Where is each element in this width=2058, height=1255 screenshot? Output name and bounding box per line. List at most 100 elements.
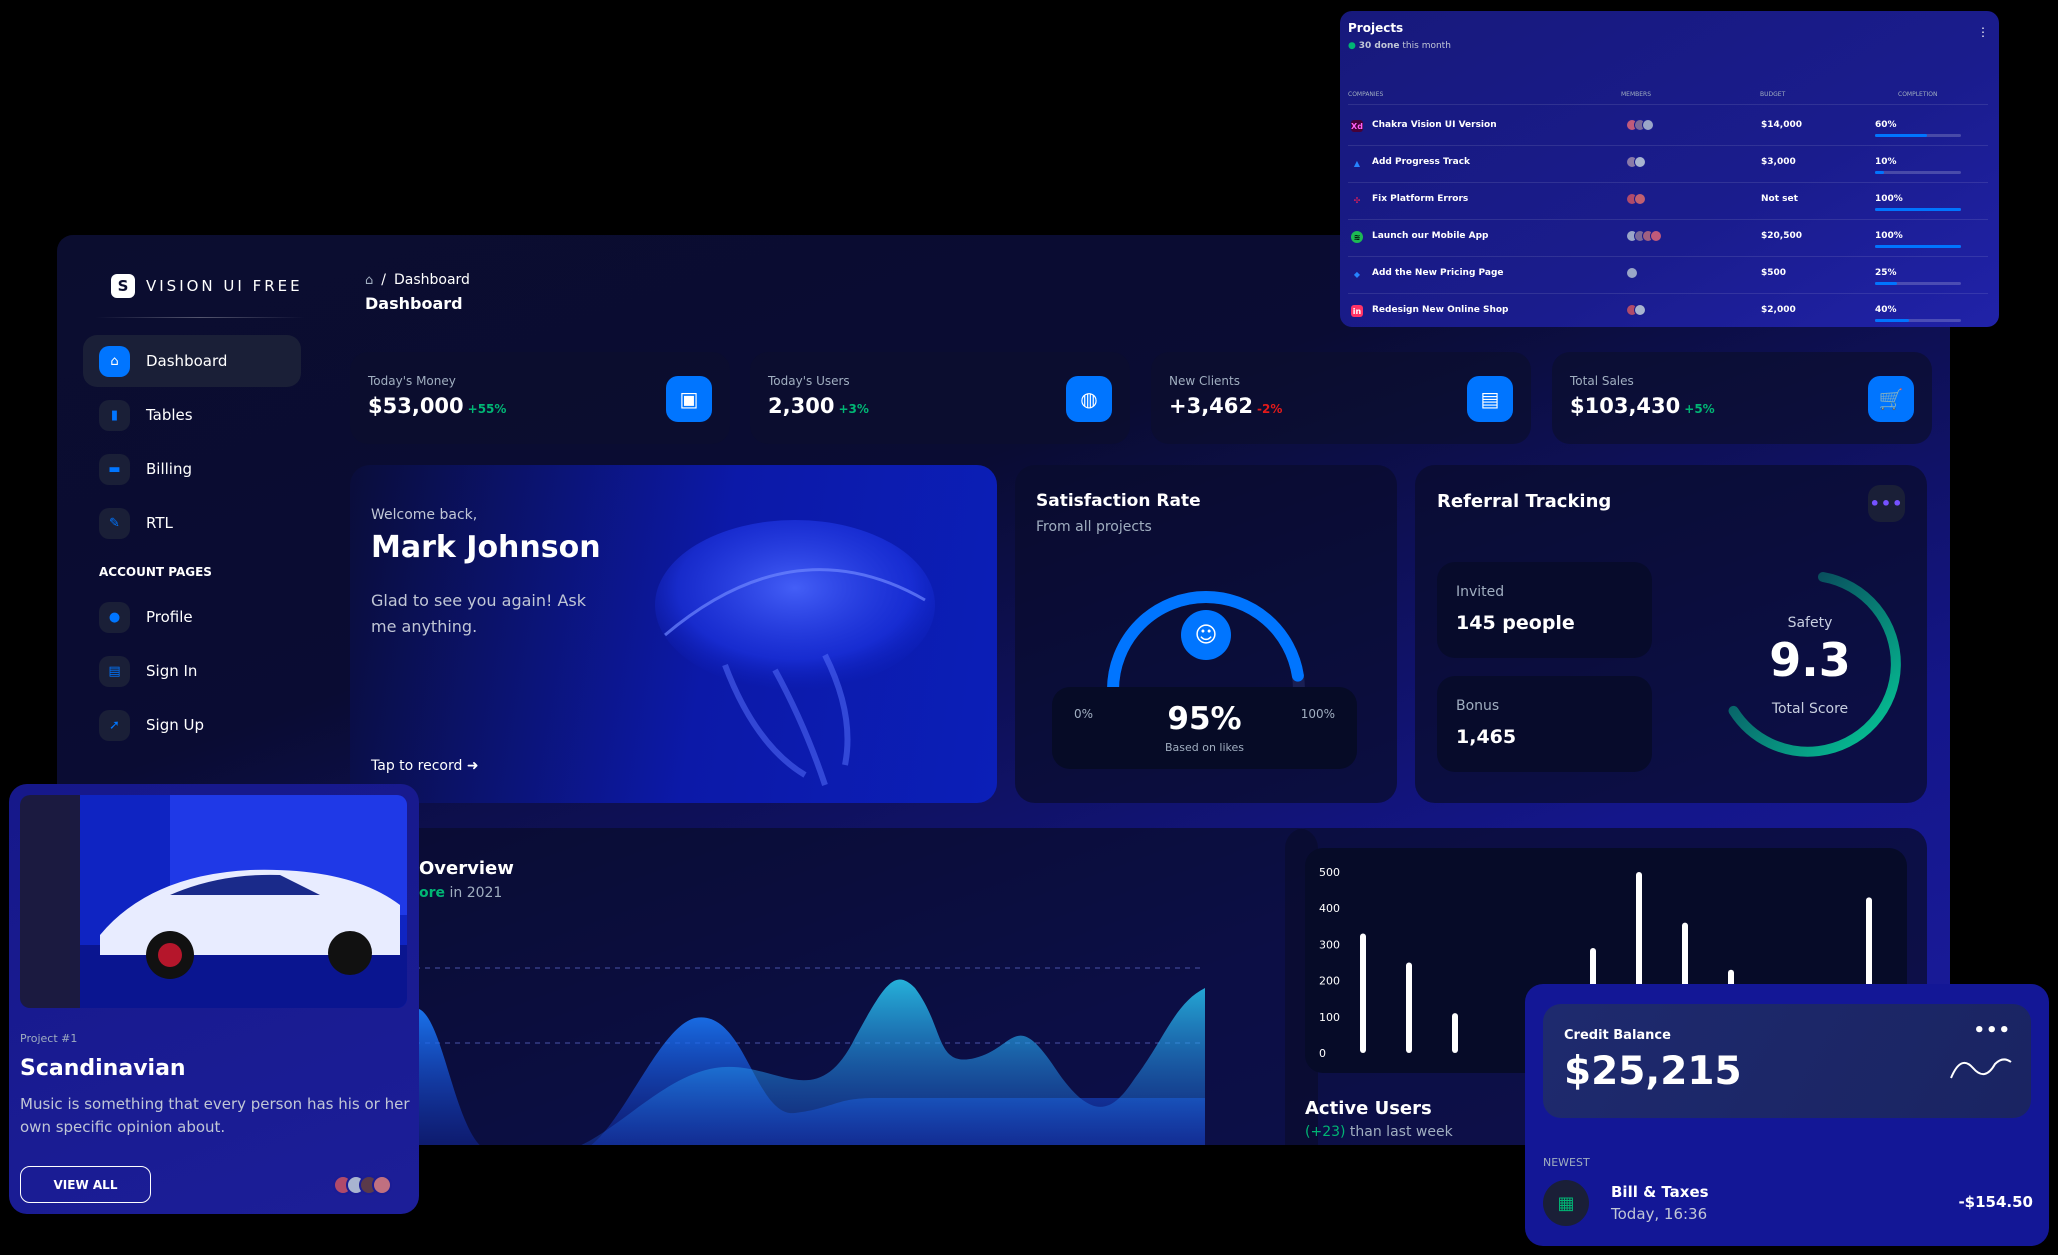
stat-label: Today's Users — [768, 374, 850, 388]
sidebar-item-label: Dashboard — [146, 352, 228, 370]
budget: $14,000 — [1761, 120, 1802, 130]
more-options-button[interactable]: ••• — [1973, 1020, 2011, 1041]
completion-label: 100% — [1875, 194, 1903, 204]
budget: $2,000 — [1761, 305, 1796, 315]
sidebar-item-label: Sign Up — [146, 716, 204, 734]
sidebar-item-dashboard[interactable]: ⌂ Dashboard — [83, 335, 301, 387]
members-avatars — [333, 1175, 392, 1195]
bar — [1452, 1013, 1458, 1053]
avatar — [372, 1175, 392, 1195]
invited-value: 145 people — [1456, 612, 1575, 634]
stat-change: +55% — [467, 402, 507, 416]
sidebar-item-billing[interactable]: ▬ Billing — [83, 443, 301, 495]
table-row[interactable]: ▲ Add Progress Track $3,000 10% — [1348, 146, 1988, 183]
sidebar-item-label: Sign In — [146, 662, 198, 680]
satisfaction-card: Satisfaction Rate From all projects ☺ 0%… — [1015, 465, 1397, 803]
table-row[interactable]: Xd Chakra Vision UI Version $14,000 60% — [1348, 109, 1988, 146]
transaction-amount: -$154.50 — [1958, 1193, 2033, 1211]
stat-value: +3,462 -2% — [1169, 394, 1282, 418]
company-name: Redesign New Online Shop — [1372, 305, 1509, 315]
tap-to-record-link[interactable]: Tap to record ➜ — [371, 758, 479, 774]
wallet-icon: ▣ — [666, 376, 712, 422]
newest-heading: NEWEST — [1543, 1156, 1590, 1169]
progress-bar — [1875, 208, 1961, 211]
stat-card-users: Today's Users 2,300 +3% ◍ — [750, 352, 1130, 444]
home-icon[interactable]: ⌂ — [365, 273, 373, 288]
transaction-time: Today, 16:36 — [1611, 1205, 1708, 1223]
sidebar-item-rtl[interactable]: ✎ RTL — [83, 497, 301, 549]
members-avatars — [1626, 156, 1646, 168]
logo-text: VISION UI FREE — [146, 277, 303, 295]
wave-graph-icon — [1950, 1058, 2012, 1079]
members-avatars — [1626, 193, 1646, 205]
completion-label: 40% — [1875, 305, 1897, 315]
page-title: Dashboard — [365, 294, 463, 313]
document-icon: ▤ — [99, 655, 130, 687]
overview-card: Overview ore in 2021 — [350, 828, 1318, 1145]
company-name: Fix Platform Errors — [1372, 194, 1469, 204]
credit-balance-card: Credit Balance $25,215 ••• NEWEST ▦ Bill… — [1525, 984, 2049, 1246]
progress-fill — [1875, 171, 1884, 174]
satisfaction-title: Satisfaction Rate — [1036, 491, 1201, 511]
bar — [1360, 933, 1366, 1053]
stat-number: 2,300 — [768, 394, 835, 418]
stat-label: Total Sales — [1570, 374, 1634, 388]
jira-icon: ◆ — [1353, 269, 1361, 279]
column-header: COMPLETION — [1898, 91, 1938, 98]
projects-done: 30 done — [1358, 41, 1400, 51]
progress-bar — [1875, 245, 1961, 248]
company-name: Chakra Vision UI Version — [1372, 120, 1497, 130]
stat-change: +3% — [838, 402, 869, 416]
more-vertical-icon[interactable]: ⋮ — [1977, 25, 1989, 39]
table-row[interactable]: ✣ Fix Platform Errors Not set 100% — [1348, 183, 1988, 220]
progress-bar — [1875, 319, 1961, 322]
person-icon: ● — [99, 601, 130, 633]
car-image — [20, 795, 407, 1008]
y-tick-label: 500 — [1319, 866, 1340, 879]
sidebar-item-label: Billing — [146, 460, 192, 478]
project-number: Project #1 — [20, 1032, 78, 1045]
invited-label: Invited — [1456, 584, 1505, 600]
active-users-change: (+23) — [1305, 1124, 1346, 1140]
welcome-card: Welcome back, Mark Johnson Glad to see y… — [350, 465, 997, 803]
stat-value: 2,300 +3% — [768, 394, 869, 418]
members-avatars — [1626, 267, 1638, 279]
check-circle-icon: ● — [1348, 41, 1356, 51]
gauge-max-label: 100% — [1300, 707, 1335, 721]
jellyfish-image — [655, 520, 935, 786]
breadcrumb-separator: / — [381, 272, 386, 288]
company-name: Launch our Mobile App — [1372, 231, 1489, 241]
atlassian-icon: ▲ — [1353, 158, 1361, 168]
welcome-name: Mark Johnson — [371, 530, 601, 565]
table-row[interactable]: ◆ Add the New Pricing Page $500 25% — [1348, 257, 1988, 294]
stat-change: +5% — [1684, 402, 1715, 416]
stat-number: $53,000 — [368, 394, 464, 418]
bonus-label: Bonus — [1456, 698, 1500, 714]
credit-card-icon: ▬ — [99, 453, 130, 485]
sidebar-item-tables[interactable]: ▮ Tables — [83, 389, 301, 441]
table-row[interactable]: in Redesign New Online Shop $2,000 40% — [1348, 294, 1988, 331]
stat-value: $103,430 +5% — [1570, 394, 1715, 418]
sidebar-item-profile[interactable]: ● Profile — [83, 591, 301, 643]
safety-label: Safety — [1787, 615, 1833, 631]
smile-icon: ☺ — [1181, 610, 1231, 660]
transaction-title: Bill & Taxes — [1611, 1183, 1709, 1201]
table-row[interactable]: ≋ Launch our Mobile App $20,500 100% — [1348, 220, 1988, 257]
credit-balance-panel: Credit Balance $25,215 ••• — [1543, 1004, 2031, 1118]
logo[interactable]: S VISION UI FREE — [111, 274, 303, 298]
more-options-button[interactable]: ••• — [1868, 485, 1905, 522]
avatar — [1634, 304, 1646, 316]
avatar — [1642, 119, 1654, 131]
breadcrumb: ⌂ / Dashboard — [365, 272, 470, 288]
avatar — [1634, 193, 1646, 205]
slack-icon: ✣ — [1353, 195, 1361, 205]
view-all-button[interactable]: VIEW ALL — [20, 1166, 151, 1203]
stat-card-clients: New Clients +3,462 -2% ▤ — [1151, 352, 1531, 444]
members-avatars — [1626, 119, 1654, 131]
column-header: MEMBERS — [1621, 91, 1652, 98]
satisfaction-subtitle: From all projects — [1036, 519, 1152, 535]
sidebar-item-sign-up[interactable]: ➚ Sign Up — [83, 699, 301, 751]
building-icon: ▦ — [1543, 1180, 1589, 1226]
bar-chart-icon: ▮ — [99, 399, 130, 431]
sidebar-item-sign-in[interactable]: ▤ Sign In — [83, 645, 301, 697]
